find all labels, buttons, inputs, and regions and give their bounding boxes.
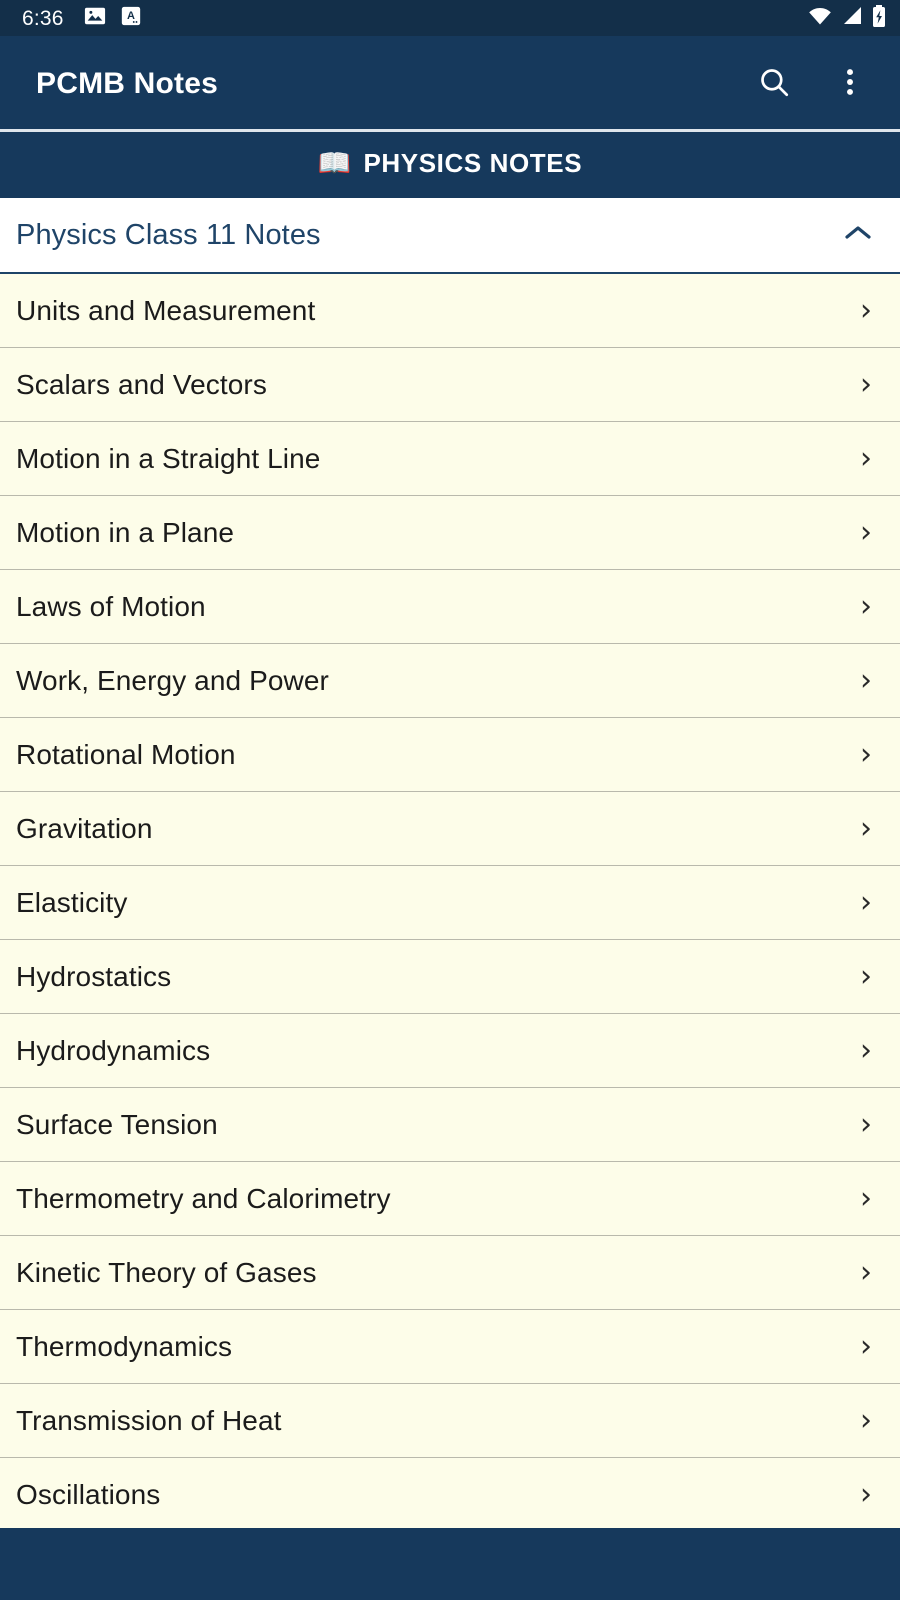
topic-label: Work, Energy and Power	[16, 664, 329, 696]
battery-charging-icon	[872, 4, 886, 32]
topic-label: Hydrodynamics	[16, 1034, 211, 1066]
system-navigation-bar	[0, 1528, 900, 1600]
content-scroll-area[interactable]: Physics Class 11 Notes Units and Measure…	[0, 198, 900, 1600]
topic-label: Oscillations	[16, 1478, 161, 1510]
topic-row[interactable]: Work, Energy and Power ›	[0, 644, 900, 718]
topic-row[interactable]: Laws of Motion ›	[0, 570, 900, 644]
status-notification-icons: A	[84, 5, 142, 32]
topic-label: Scalars and Vectors	[16, 368, 267, 400]
section-banner: 📖 PHYSICS NOTES	[0, 132, 900, 198]
app-toolbar: PCMB Notes	[0, 36, 900, 132]
topic-label: Laws of Motion	[16, 590, 206, 622]
accordion-header-physics-class-11[interactable]: Physics Class 11 Notes	[0, 198, 900, 274]
chevron-right-icon: ›	[860, 662, 872, 698]
wifi-icon	[808, 6, 832, 31]
toolbar-actions	[750, 60, 874, 108]
topic-label: Gravitation	[16, 812, 153, 844]
chevron-right-icon: ›	[860, 1402, 872, 1438]
chevron-right-icon: ›	[860, 588, 872, 624]
status-time: 6:36	[22, 6, 64, 30]
search-button[interactable]	[750, 60, 798, 108]
topic-list: Units and Measurement › Scalars and Vector…	[0, 274, 900, 1532]
topic-row[interactable]: Thermodynamics ›	[0, 1310, 900, 1384]
status-system-icons	[808, 4, 886, 32]
open-book-icon: 📖	[317, 148, 352, 178]
chevron-right-icon: ›	[860, 292, 872, 328]
status-bar: 6:36 A	[0, 0, 900, 36]
topic-row[interactable]: Elasticity ›	[0, 866, 900, 940]
topic-row[interactable]: Kinetic Theory of Gases ›	[0, 1236, 900, 1310]
chevron-right-icon: ›	[860, 1180, 872, 1216]
topic-row[interactable]: Transmission of Heat ›	[0, 1384, 900, 1458]
chevron-right-icon: ›	[860, 1328, 872, 1364]
chevron-right-icon: ›	[860, 1032, 872, 1068]
svg-text:A: A	[127, 9, 135, 21]
topic-label: Transmission of Heat	[16, 1404, 282, 1436]
topic-row[interactable]: Hydrostatics ›	[0, 940, 900, 1014]
chevron-right-icon: ›	[860, 736, 872, 772]
chevron-right-icon: ›	[860, 366, 872, 402]
topic-label: Thermodynamics	[16, 1330, 233, 1362]
chevron-right-icon: ›	[860, 1106, 872, 1142]
overflow-menu-button[interactable]	[826, 60, 874, 108]
chevron-up-icon	[842, 223, 874, 248]
toolbar-divider	[0, 129, 900, 132]
topic-row[interactable]: Oscillations ›	[0, 1458, 900, 1532]
topic-label: Motion in a Plane	[16, 516, 235, 548]
app-screen: 6:36 A PCMB Notes 📖 PHYSICS NOTES Physic…	[0, 0, 900, 1600]
topic-row[interactable]: Surface Tension ›	[0, 1088, 900, 1162]
topic-label: Motion in a Straight Line	[16, 442, 321, 474]
topic-row[interactable]: Scalars and Vectors ›	[0, 348, 900, 422]
more-options-icon	[836, 65, 864, 104]
topic-row[interactable]: Units and Measurement ›	[0, 274, 900, 348]
accordion-title: Physics Class 11 Notes	[16, 218, 321, 251]
chevron-right-icon: ›	[860, 810, 872, 846]
topic-row[interactable]: Gravitation ›	[0, 792, 900, 866]
topic-label: Thermometry and Calorimetry	[16, 1182, 391, 1214]
search-icon	[757, 65, 791, 104]
cellular-signal-icon	[841, 6, 863, 31]
topic-row[interactable]: Hydrodynamics ›	[0, 1014, 900, 1088]
topic-label: Kinetic Theory of Gases	[16, 1256, 317, 1288]
chevron-right-icon: ›	[860, 1254, 872, 1290]
chevron-right-icon: ›	[860, 440, 872, 476]
app-title: PCMB Notes	[36, 67, 219, 100]
chevron-right-icon: ›	[860, 1476, 872, 1512]
topic-label: Surface Tension	[16, 1108, 218, 1140]
topic-row[interactable]: Motion in a Plane ›	[0, 496, 900, 570]
topic-label: Units and Measurement	[16, 294, 316, 326]
topic-row[interactable]: Rotational Motion ›	[0, 718, 900, 792]
topic-label: Hydrostatics	[16, 960, 172, 992]
section-banner-title: PHYSICS NOTES	[363, 148, 583, 178]
topic-row[interactable]: Motion in a Straight Line ›	[0, 422, 900, 496]
chevron-right-icon: ›	[860, 884, 872, 920]
image-icon	[84, 5, 106, 32]
chevron-right-icon: ›	[860, 514, 872, 550]
text-badge-icon: A	[120, 5, 142, 32]
topic-label: Rotational Motion	[16, 738, 236, 770]
topic-row[interactable]: Thermometry and Calorimetry ›	[0, 1162, 900, 1236]
chevron-right-icon: ›	[860, 958, 872, 994]
topic-label: Elasticity	[16, 886, 128, 918]
